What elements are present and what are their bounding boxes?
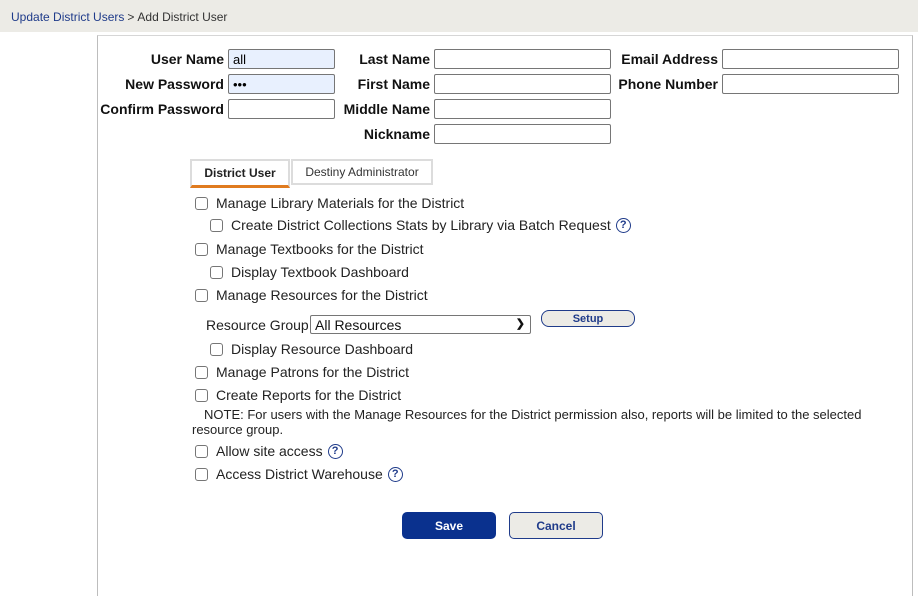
textbook-dashboard-label: Display Textbook Dashboard: [231, 264, 409, 280]
nickname-input[interactable]: [434, 124, 611, 144]
textbook-dashboard-checkbox[interactable]: [210, 265, 223, 279]
first-name-input[interactable]: [434, 74, 611, 94]
reports-note-text: NOTE: For users with the Manage Resource…: [192, 407, 862, 437]
breadcrumb-link-update-district-users[interactable]: Update District Users: [11, 10, 124, 24]
email-label: Email Address: [621, 51, 718, 67]
save-button[interactable]: Save: [402, 512, 496, 539]
breadcrumb: Update District Users > Add District User: [11, 10, 227, 24]
resource-dashboard-checkbox[interactable]: [210, 342, 223, 356]
resource-dashboard-row: Display Resource Dashboard: [210, 341, 413, 357]
district-warehouse-label: Access District Warehouse: [216, 466, 383, 482]
top-bar: Update District Users > Add District User: [0, 0, 918, 32]
textbook-dashboard-row: Display Textbook Dashboard: [210, 264, 409, 280]
create-reports-label: Create Reports for the District: [216, 387, 402, 403]
manage-resources-label: Manage Resources for the District: [216, 287, 428, 303]
help-icon[interactable]: ?: [387, 466, 403, 482]
manage-textbooks-checkbox[interactable]: [195, 242, 208, 256]
collection-stats-row: Create District Collections Stats by Lib…: [210, 217, 631, 233]
manage-textbooks-row: Manage Textbooks for the District: [195, 241, 424, 257]
manage-library-checkbox[interactable]: [195, 196, 208, 210]
email-input[interactable]: [722, 49, 899, 69]
manage-library-label: Manage Library Materials for the Distric…: [216, 195, 465, 211]
collection-stats-checkbox[interactable]: [210, 218, 223, 232]
resource-group-select[interactable]: All Resources ❯: [310, 315, 531, 334]
allow-site-access-row: Allow site access ?: [195, 443, 343, 459]
manage-textbooks-label: Manage Textbooks for the District: [216, 241, 424, 257]
nickname-label: Nickname: [363, 126, 430, 142]
manage-resources-checkbox[interactable]: [195, 288, 208, 302]
manage-patrons-label: Manage Patrons for the District: [216, 364, 409, 380]
middle-name-input[interactable]: [434, 99, 611, 119]
allow-site-access-checkbox[interactable]: [195, 444, 208, 458]
new-password-label: New Password: [125, 76, 224, 92]
collection-stats-label: Create District Collections Stats by Lib…: [231, 217, 611, 233]
manage-resources-row: Manage Resources for the District: [195, 287, 428, 303]
district-warehouse-row: Access District Warehouse ?: [195, 466, 403, 482]
help-icon[interactable]: ?: [327, 443, 343, 459]
confirm-password-input[interactable]: [228, 99, 335, 119]
phone-input[interactable]: [722, 74, 899, 94]
resource-group-label: Resource Group:: [206, 317, 313, 333]
user-name-input[interactable]: [228, 49, 335, 69]
user-name-label: User Name: [150, 51, 224, 67]
phone-label: Phone Number: [618, 76, 718, 92]
manage-library-row: Manage Library Materials for the Distric…: [195, 195, 464, 211]
resource-dashboard-label: Display Resource Dashboard: [231, 341, 414, 357]
breadcrumb-current: Add District User: [137, 10, 228, 24]
setup-button[interactable]: Setup: [541, 310, 635, 327]
breadcrumb-separator: >: [127, 10, 135, 24]
last-name-label: Last Name: [359, 51, 430, 67]
cancel-button[interactable]: Cancel: [509, 512, 603, 539]
manage-patrons-checkbox[interactable]: [195, 365, 208, 379]
last-name-input[interactable]: [434, 49, 611, 69]
middle-name-label: Middle Name: [343, 101, 430, 117]
district-warehouse-checkbox[interactable]: [195, 467, 208, 481]
create-reports-row: Create Reports for the District: [195, 387, 401, 403]
manage-patrons-row: Manage Patrons for the District: [195, 364, 409, 380]
resource-group-value: All Resources: [315, 316, 402, 333]
allow-site-access-label: Allow site access: [216, 443, 323, 459]
tab-destiny-administrator[interactable]: Destiny Administrator: [291, 159, 433, 185]
new-password-input[interactable]: [228, 74, 335, 94]
confirm-password-label: Confirm Password: [100, 101, 224, 117]
tab-district-user[interactable]: District User: [190, 159, 290, 188]
reports-note: NOTE: For users with the Manage Resource…: [192, 407, 872, 437]
create-reports-checkbox[interactable]: [195, 388, 208, 402]
help-icon[interactable]: ?: [615, 217, 631, 233]
chevron-down-icon: ❯: [515, 318, 525, 330]
first-name-label: First Name: [357, 76, 430, 92]
